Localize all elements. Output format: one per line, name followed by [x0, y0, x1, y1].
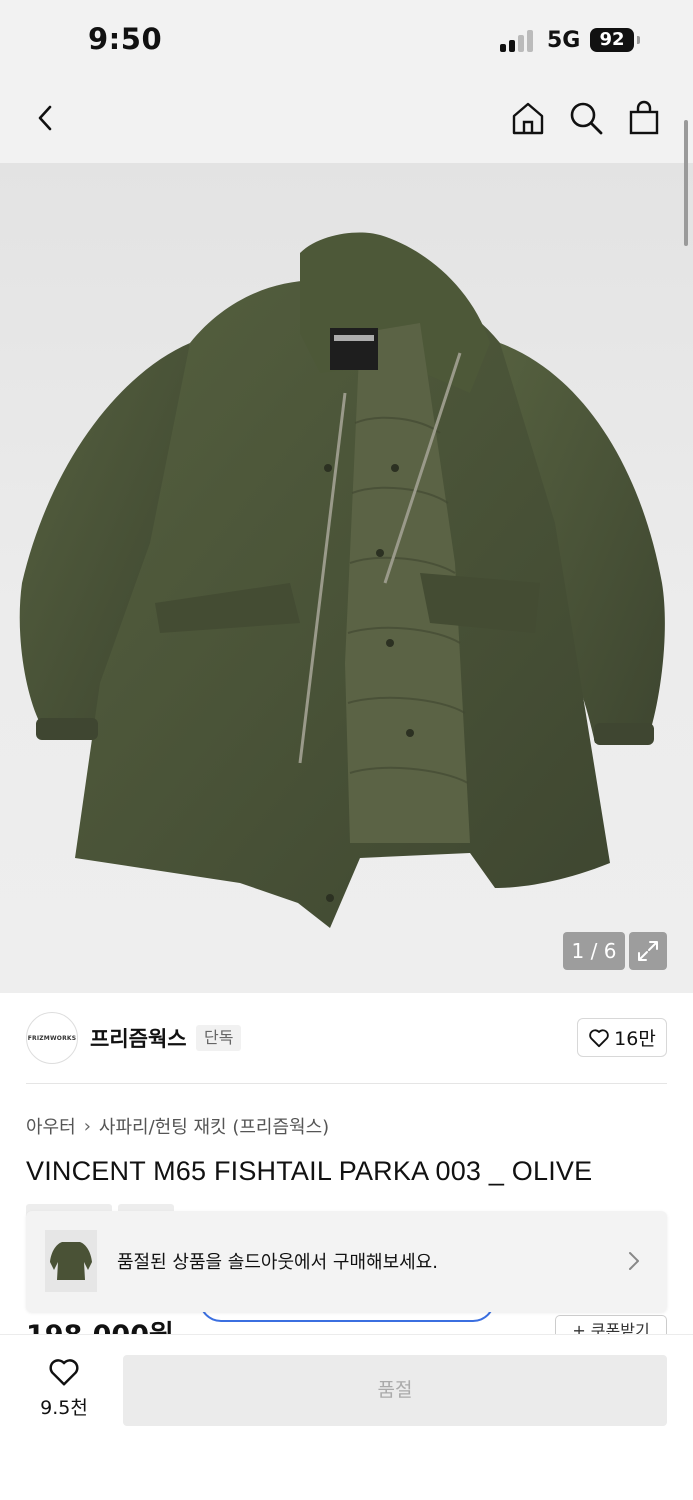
soldout-banner[interactable]: 품절된 상품을 솔드아웃에서 구매해보세요. — [26, 1211, 667, 1312]
brand-name[interactable]: 프리즘웍스 — [90, 1023, 187, 1053]
soldout-banner-text: 품절된 상품을 솔드아웃에서 구매해보세요. — [117, 1252, 438, 1273]
brand-logo[interactable]: FRIZMWORKS — [26, 1012, 78, 1064]
chevron-right-icon — [626, 1249, 642, 1277]
shopping-bag-icon — [629, 100, 659, 135]
search-icon — [570, 102, 603, 135]
cart-button[interactable] — [624, 98, 664, 138]
wishlist-count: 9.5천 — [40, 1397, 88, 1419]
home-button[interactable] — [508, 98, 548, 138]
bottom-action-bar: 9.5천 품절 — [0, 1334, 693, 1500]
chevron-left-icon — [38, 105, 52, 131]
status-time: 9:50 — [88, 22, 163, 56]
home-icon — [512, 102, 544, 135]
expand-icon — [638, 941, 658, 961]
brand-like-button[interactable]: 16만 — [577, 1018, 667, 1057]
banner-thumbnail — [45, 1230, 97, 1292]
breadcrumb-category[interactable]: 아우터 — [26, 1113, 76, 1139]
soldout-button[interactable]: 품절 — [123, 1355, 667, 1426]
chevron-right-icon: › — [83, 1115, 91, 1137]
breadcrumb-subcategory[interactable]: 사파리/헌팅 재킷 (프리즘웍스) — [99, 1113, 329, 1139]
image-counter: 1 / 6 — [563, 932, 625, 970]
nav-bar — [0, 80, 693, 163]
back-button[interactable] — [26, 98, 66, 138]
battery-tip — [637, 36, 640, 44]
heart-icon — [49, 1359, 79, 1386]
product-title: VINCENT M65 FISHTAIL PARKA 003 _ OLIVE — [26, 1156, 593, 1186]
product-image-gallery[interactable]: 1 / 6 — [0, 163, 693, 993]
scrollbar[interactable] — [684, 120, 688, 246]
heart-icon — [589, 1028, 609, 1047]
search-button[interactable] — [566, 98, 606, 138]
battery-icon: 92 — [590, 28, 634, 52]
network-type: 5G — [547, 28, 581, 53]
breadcrumb: 아우터 › 사파리/헌팅 재킷 (프리즘웍스) — [26, 1113, 329, 1139]
exclusive-badge: 단독 — [196, 1025, 242, 1051]
signal-icon — [500, 30, 536, 52]
wishlist-button[interactable]: 9.5천 — [34, 1357, 94, 1420]
expand-button[interactable] — [629, 932, 667, 970]
divider — [26, 1083, 667, 1084]
product-image — [19, 232, 665, 928]
brand-like-count: 16만 — [614, 1028, 656, 1050]
brand-row: FRIZMWORKS 프리즘웍스 단독 16만 — [0, 993, 693, 1085]
status-bar: 9:50 5G 92 — [0, 0, 693, 80]
